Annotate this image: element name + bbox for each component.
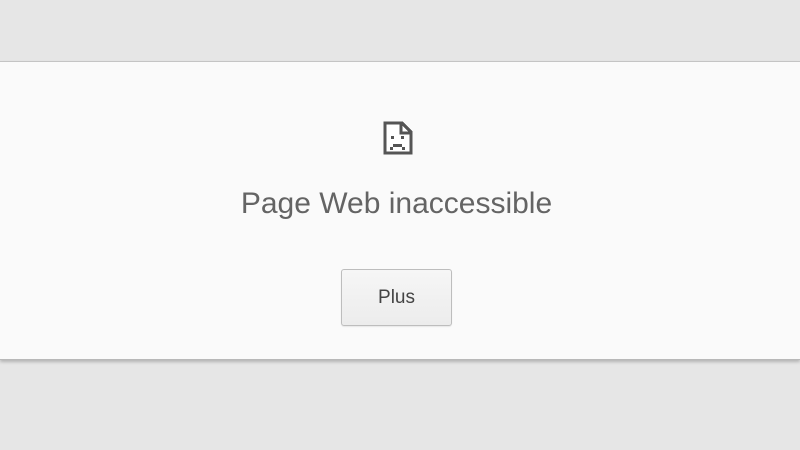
more-button[interactable]: Plus: [341, 269, 452, 326]
browser-error-page: Page Web inaccessible Plus: [0, 0, 800, 450]
error-title: Page Web inaccessible: [240, 187, 553, 220]
error-panel: Page Web inaccessible Plus: [0, 61, 800, 360]
broken-page-icon: [382, 121, 414, 155]
